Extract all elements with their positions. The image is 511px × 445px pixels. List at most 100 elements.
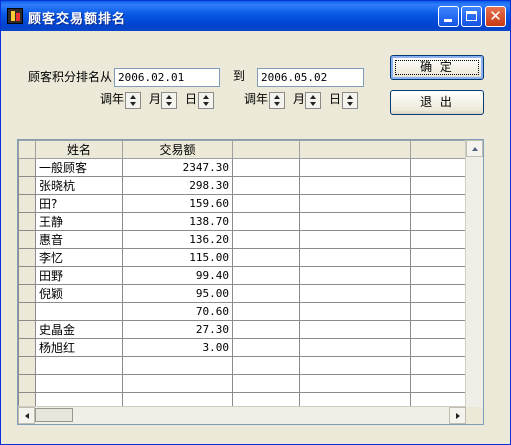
column-header-5[interactable] bbox=[410, 140, 471, 159]
cell-empty[interactable] bbox=[410, 194, 471, 213]
cell-empty[interactable] bbox=[299, 356, 411, 375]
scroll-left-arrow-icon[interactable] bbox=[18, 407, 35, 424]
cell-empty[interactable] bbox=[410, 248, 471, 267]
cell-amount[interactable]: 95.00 bbox=[122, 284, 233, 303]
column-header-4[interactable] bbox=[299, 140, 411, 159]
title-bar[interactable]: 顾客交易额排名 ✕ bbox=[1, 1, 510, 31]
cell-empty[interactable] bbox=[299, 212, 411, 231]
table-row[interactable] bbox=[18, 356, 471, 375]
cell-amount[interactable]: 2347.30 bbox=[122, 158, 233, 177]
cell-name[interactable] bbox=[35, 302, 123, 321]
cell-name[interactable]: 李忆 bbox=[35, 248, 123, 267]
cell-empty[interactable] bbox=[410, 302, 471, 321]
table-row[interactable]: 王静 138.70 bbox=[18, 212, 471, 231]
cell-empty[interactable] bbox=[299, 230, 411, 249]
row-selector[interactable] bbox=[18, 338, 36, 357]
cell-amount[interactable]: 70.60 bbox=[122, 302, 233, 321]
table-row[interactable]: 70.60 bbox=[18, 302, 471, 321]
minimize-button[interactable] bbox=[438, 6, 459, 27]
start-year-spinner[interactable] bbox=[125, 92, 141, 109]
end-month-spinner[interactable] bbox=[305, 92, 321, 109]
cell-empty[interactable] bbox=[299, 284, 411, 303]
column-header-3[interactable] bbox=[232, 140, 300, 159]
row-selector[interactable] bbox=[18, 356, 36, 375]
close-button[interactable]: ✕ bbox=[485, 6, 506, 27]
cell-empty[interactable] bbox=[232, 356, 300, 375]
row-selector[interactable] bbox=[18, 158, 36, 177]
table-row[interactable]: 一般顾客 2347.30 bbox=[18, 158, 471, 177]
cell-empty[interactable] bbox=[410, 158, 471, 177]
row-selector[interactable] bbox=[18, 302, 36, 321]
cell-empty[interactable] bbox=[299, 320, 411, 339]
cell-empty[interactable] bbox=[410, 374, 471, 393]
cell-name[interactable]: 田野 bbox=[35, 266, 123, 285]
cell-empty[interactable] bbox=[299, 302, 411, 321]
row-selector[interactable] bbox=[18, 320, 36, 339]
cell-name[interactable]: 田? bbox=[35, 194, 123, 213]
cell-empty[interactable] bbox=[232, 158, 300, 177]
ranking-grid[interactable]: 姓名 交易额 一般顾客 2347.30 张晓杭 298.30 田? 159.60 王静 138… bbox=[17, 139, 484, 425]
row-selector[interactable] bbox=[18, 194, 36, 213]
table-row[interactable]: 张晓杭 298.30 bbox=[18, 176, 471, 195]
cell-empty[interactable] bbox=[299, 374, 411, 393]
cell-amount[interactable]: 136.20 bbox=[122, 230, 233, 249]
end-year-spinner[interactable] bbox=[269, 92, 285, 109]
start-month-spinner[interactable] bbox=[161, 92, 177, 109]
cell-amount[interactable]: 138.70 bbox=[122, 212, 233, 231]
row-selector[interactable] bbox=[18, 284, 36, 303]
column-header-name[interactable]: 姓名 bbox=[35, 140, 123, 159]
cell-amount[interactable]: 3.00 bbox=[122, 338, 233, 357]
maximize-button[interactable] bbox=[461, 6, 482, 27]
cell-empty[interactable] bbox=[232, 248, 300, 267]
cell-name[interactable] bbox=[35, 356, 123, 375]
cell-empty[interactable] bbox=[232, 374, 300, 393]
cell-empty[interactable] bbox=[410, 212, 471, 231]
row-selector[interactable] bbox=[18, 248, 36, 267]
row-selector[interactable] bbox=[18, 374, 36, 393]
cell-amount[interactable]: 298.30 bbox=[122, 176, 233, 195]
cell-empty[interactable] bbox=[299, 248, 411, 267]
horizontal-scrollbar[interactable] bbox=[18, 406, 466, 424]
cell-empty[interactable] bbox=[299, 176, 411, 195]
end-day-spinner[interactable] bbox=[342, 92, 358, 109]
cell-amount[interactable] bbox=[122, 374, 233, 393]
cell-empty[interactable] bbox=[299, 338, 411, 357]
vertical-scrollbar[interactable] bbox=[465, 140, 483, 409]
row-selector[interactable] bbox=[18, 212, 36, 231]
cell-empty[interactable] bbox=[232, 302, 300, 321]
table-row[interactable]: 史晶金 27.30 bbox=[18, 320, 471, 339]
table-row[interactable]: 杨旭红 3.00 bbox=[18, 338, 471, 357]
cell-empty[interactable] bbox=[410, 266, 471, 285]
cell-name[interactable]: 张晓杭 bbox=[35, 176, 123, 195]
cell-empty[interactable] bbox=[410, 230, 471, 249]
cell-amount[interactable]: 99.40 bbox=[122, 266, 233, 285]
horizontal-scroll-thumb[interactable] bbox=[35, 408, 73, 422]
scroll-right-arrow-icon[interactable] bbox=[449, 407, 466, 424]
cell-empty[interactable] bbox=[232, 194, 300, 213]
cell-name[interactable]: 惠音 bbox=[35, 230, 123, 249]
table-row[interactable]: 倪颖 95.00 bbox=[18, 284, 471, 303]
table-row[interactable]: 惠音 136.20 bbox=[18, 230, 471, 249]
cell-name[interactable]: 一般顾客 bbox=[35, 158, 123, 177]
cell-empty[interactable] bbox=[232, 284, 300, 303]
cell-amount[interactable] bbox=[122, 356, 233, 375]
cell-empty[interactable] bbox=[410, 356, 471, 375]
scroll-up-arrow-icon[interactable] bbox=[466, 140, 483, 157]
row-selector[interactable] bbox=[18, 230, 36, 249]
table-row[interactable]: 田野 99.40 bbox=[18, 266, 471, 285]
exit-button[interactable]: 退 出 bbox=[390, 90, 484, 115]
ok-button[interactable]: 确 定 bbox=[390, 55, 484, 80]
cell-amount[interactable]: 27.30 bbox=[122, 320, 233, 339]
cell-empty[interactable] bbox=[410, 338, 471, 357]
table-row[interactable]: 田? 159.60 bbox=[18, 194, 471, 213]
header-selector[interactable] bbox=[18, 140, 36, 159]
cell-name[interactable] bbox=[35, 374, 123, 393]
cell-empty[interactable] bbox=[299, 194, 411, 213]
start-day-spinner[interactable] bbox=[198, 92, 214, 109]
cell-empty[interactable] bbox=[232, 338, 300, 357]
cell-empty[interactable] bbox=[232, 320, 300, 339]
cell-name[interactable]: 史晶金 bbox=[35, 320, 123, 339]
cell-name[interactable]: 杨旭红 bbox=[35, 338, 123, 357]
cell-amount[interactable]: 115.00 bbox=[122, 248, 233, 267]
cell-amount[interactable]: 159.60 bbox=[122, 194, 233, 213]
